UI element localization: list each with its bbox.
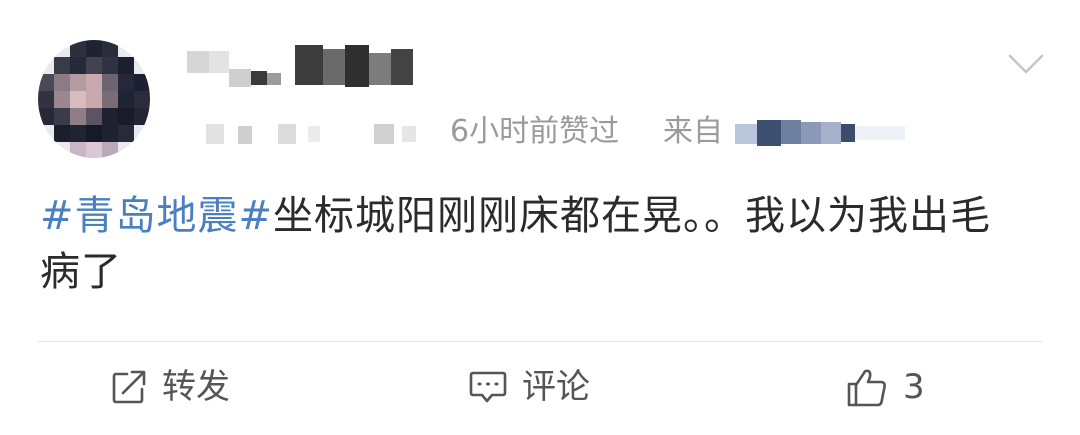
source-redacted[interactable]: [735, 118, 910, 148]
comment-button[interactable]: 评论: [468, 362, 590, 412]
divider: [38, 341, 1042, 342]
source-label: 来自: [663, 114, 723, 149]
repost-label: 转发: [162, 367, 230, 407]
comment-label: 评论: [522, 367, 590, 407]
repost-button[interactable]: 转发: [110, 362, 230, 412]
more-options-button[interactable]: [1004, 48, 1048, 78]
thumbs-up-icon: [847, 369, 886, 407]
weibo-post-card: 6小时前赞过 来自 #青岛地震#坐标城阳刚刚床都在晃。。我以为我出毛病了 转发: [0, 0, 1080, 435]
like-count: 3: [903, 367, 925, 407]
chevron-down-icon: [1008, 54, 1044, 74]
meta-redacted: [198, 118, 438, 150]
like-button[interactable]: 3: [845, 362, 925, 412]
comment-icon: [469, 371, 507, 403]
hashtag-link[interactable]: #青岛地震#: [40, 193, 273, 239]
post-body: #青岛地震#坐标城阳刚刚床都在晃。。我以为我出毛病了: [40, 188, 1030, 300]
post-time: 6小时前赞过: [450, 114, 620, 149]
repost-icon: [112, 370, 146, 404]
username-redacted[interactable]: [187, 45, 417, 90]
avatar[interactable]: [38, 40, 150, 158]
